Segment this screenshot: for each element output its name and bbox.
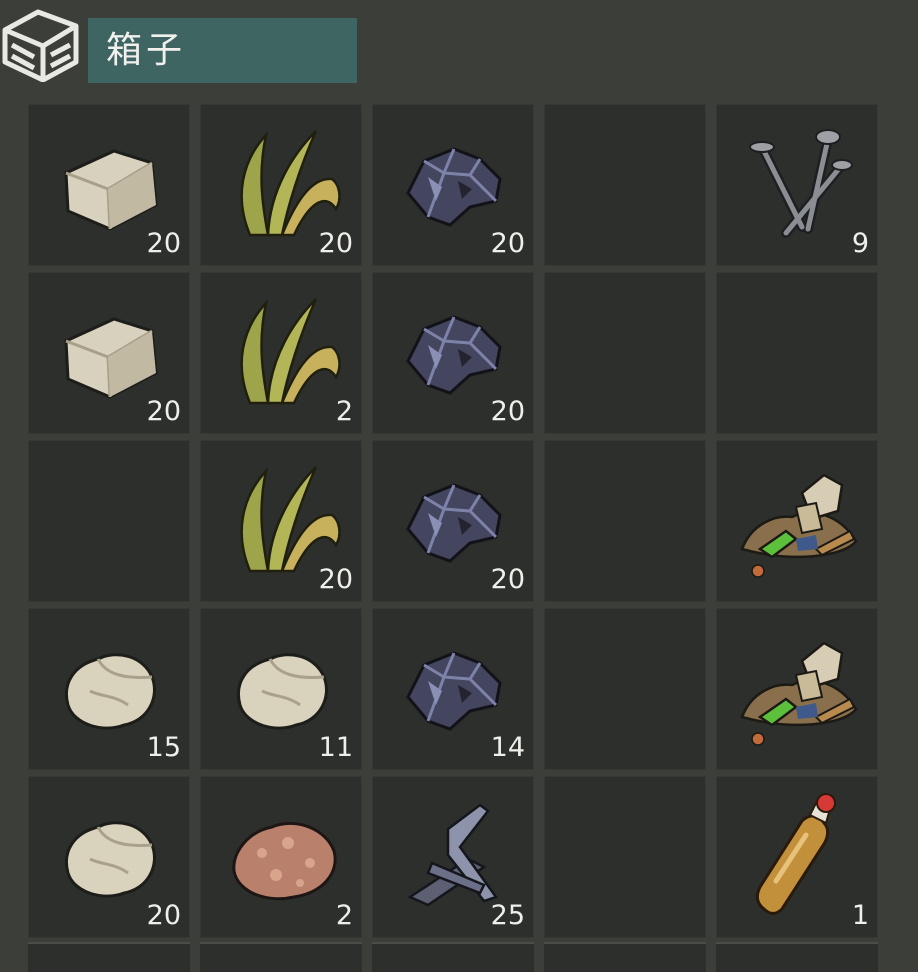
item-quantity: 20 — [490, 564, 525, 595]
item-quantity: 2 — [335, 396, 353, 427]
inventory-slot[interactable] — [716, 608, 878, 770]
plant-fiber-icon — [216, 285, 348, 417]
item-quantity: 15 — [146, 732, 181, 763]
inventory-slot[interactable] — [544, 104, 706, 266]
item-quantity: 1 — [851, 900, 869, 931]
inventory-grid: 20 20 20 9 20 2 20 20 20 15 11 14 20 2 2… — [28, 104, 878, 938]
item-icon — [560, 117, 692, 249]
junk-pile-icon — [732, 453, 864, 585]
inventory-slot[interactable]: 20 — [28, 104, 190, 266]
inventory-slot[interactable]: 20 — [28, 776, 190, 938]
inventory-slot[interactable]: 2 — [200, 776, 362, 938]
junk-pile-icon — [732, 621, 864, 753]
inventory-slot[interactable]: 1 — [716, 776, 878, 938]
item-icon — [44, 453, 176, 585]
inventory-slot[interactable] — [544, 440, 706, 602]
item-icon — [732, 285, 864, 417]
item-quantity: 20 — [318, 564, 353, 595]
inventory-slot[interactable]: 2 — [200, 272, 362, 434]
inventory-slot[interactable]: 11 — [200, 608, 362, 770]
inventory-slot[interactable]: 20 — [200, 440, 362, 602]
item-icon — [560, 789, 692, 921]
item-quantity: 20 — [490, 228, 525, 259]
item-quantity: 9 — [851, 228, 869, 259]
inventory-slot[interactable]: 20 — [200, 104, 362, 266]
inventory-slot[interactable] — [200, 942, 362, 972]
inventory-slot[interactable]: 9 — [716, 104, 878, 266]
inventory-slot[interactable]: 25 — [372, 776, 534, 938]
item-quantity: 25 — [490, 900, 525, 931]
inventory-slot[interactable]: 20 — [372, 104, 534, 266]
item-quantity: 11 — [318, 732, 353, 763]
inventory-slot[interactable] — [716, 440, 878, 602]
inventory-slot[interactable]: 15 — [28, 608, 190, 770]
container-box-icon — [0, 2, 80, 83]
item-quantity: 20 — [318, 228, 353, 259]
inventory-slot[interactable]: 20 — [28, 272, 190, 434]
inventory-slot[interactable] — [372, 942, 534, 972]
inventory-slot[interactable] — [544, 272, 706, 434]
item-quantity: 20 — [146, 900, 181, 931]
inventory-slot[interactable] — [28, 440, 190, 602]
container-title: 箱子 — [88, 18, 357, 83]
plastic-bottle-icon — [732, 789, 864, 921]
inventory-slot[interactable] — [716, 272, 878, 434]
item-quantity: 2 — [335, 900, 353, 931]
item-quantity: 20 — [146, 396, 181, 427]
inventory-slot[interactable] — [28, 942, 190, 972]
item-quantity: 20 — [146, 228, 181, 259]
inventory-slot[interactable] — [544, 776, 706, 938]
inventory-slot[interactable] — [716, 942, 878, 972]
inventory-slot[interactable]: 20 — [372, 440, 534, 602]
copper-ore-icon — [216, 789, 348, 921]
inventory-row-partial — [28, 942, 878, 972]
item-quantity: 14 — [490, 732, 525, 763]
item-icon — [560, 285, 692, 417]
item-quantity: 20 — [490, 396, 525, 427]
inventory-slot[interactable] — [544, 608, 706, 770]
item-icon — [560, 621, 692, 753]
nails-icon — [732, 117, 864, 249]
inventory-slot[interactable] — [544, 942, 706, 972]
item-icon — [560, 453, 692, 585]
inventory-slot[interactable]: 14 — [372, 608, 534, 770]
inventory-slot[interactable]: 20 — [372, 272, 534, 434]
